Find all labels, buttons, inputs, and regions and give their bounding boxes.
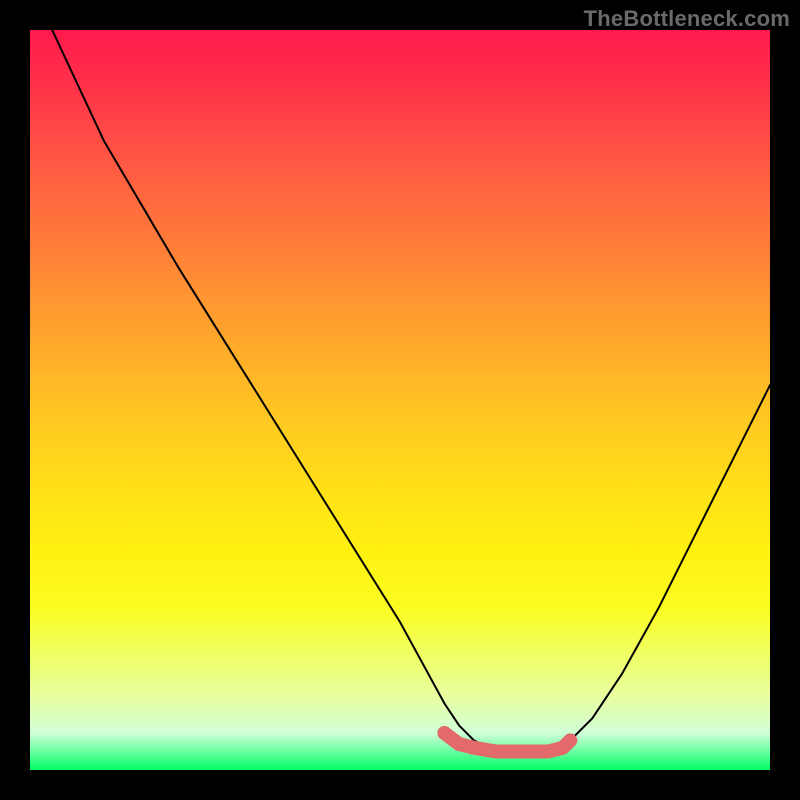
bottleneck-curve <box>52 30 770 755</box>
chart-frame: TheBottleneck.com <box>0 0 800 800</box>
optimal-endpoint-right <box>563 733 577 747</box>
optimal-band <box>444 733 570 752</box>
curve-svg <box>30 30 770 770</box>
optimal-endpoint-left <box>437 726 451 740</box>
plot-area <box>30 30 770 770</box>
watermark-text: TheBottleneck.com <box>584 6 790 32</box>
